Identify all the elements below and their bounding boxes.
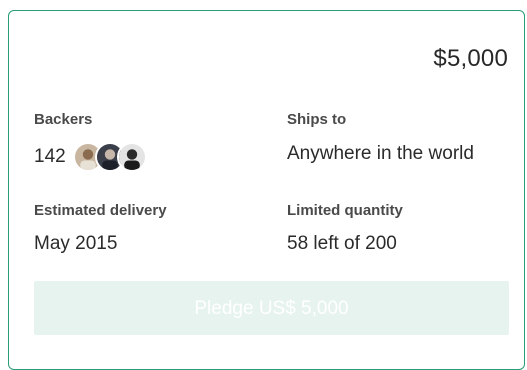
pledge-button[interactable]: Pledge US$ 5,000: [34, 281, 509, 335]
estimated-delivery-value: May 2015: [34, 233, 118, 254]
reward-card: $5,000 Backers 142 Ships to Anywhere in …: [8, 10, 525, 370]
backers-value: 142: [34, 142, 147, 172]
limited-quantity-value: 58 left of 200: [287, 233, 397, 254]
ships-to-value: Anywhere in the world: [287, 143, 474, 164]
backer-avatar-3[interactable]: [116, 142, 147, 172]
estimated-delivery-label: Estimated delivery: [34, 202, 167, 219]
backer-avatars: [72, 142, 147, 172]
backers-count: 142: [34, 146, 66, 167]
backers-label: Backers: [34, 111, 93, 128]
limited-quantity-label: Limited quantity: [287, 202, 403, 219]
ships-to-label: Ships to: [287, 111, 347, 128]
reward-price: $5,000: [433, 45, 508, 72]
